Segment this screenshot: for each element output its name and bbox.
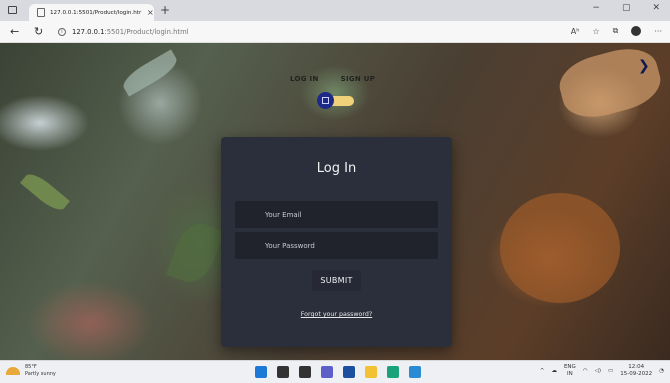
browser-tab[interactable]: 127.0.0.1:5501/Product/login.htr × (29, 4, 154, 21)
taskbar: 85°F Partly sunny ^ ☁ ENG IN ◠ ◁) ▭ 12:0… (0, 360, 670, 383)
clock-time: 12:04 (628, 364, 645, 370)
submit-button[interactable]: SUBMIT (312, 270, 361, 291)
clock[interactable]: 12:04 15-09-2022 (620, 364, 652, 378)
browser-toolbar: Aʰ ☆ ⧉ ··· (571, 26, 662, 36)
weather-temp: 85°F (25, 364, 37, 370)
signup-switch-label[interactable]: SIGN UP (341, 75, 376, 83)
taskbar-apps (255, 366, 421, 378)
auth-switch-labels: LOG IN SIGN UP (290, 75, 375, 83)
address-bar: ← ↻ i 127.0.0.1 :5501/Product/login.html… (0, 21, 670, 43)
file-explorer-icon[interactable] (365, 366, 377, 378)
email-placeholder: Your Email (265, 210, 302, 219)
chevron-right-icon[interactable]: ❯ (638, 58, 652, 74)
background-leaf (553, 43, 667, 125)
password-input[interactable]: Your Password (235, 232, 438, 259)
page-background: LOG IN SIGN UP ❯ Log In Your Email Your … (0, 43, 670, 360)
forgot-password-link[interactable]: Forgot your password? (221, 311, 452, 318)
read-aloud-icon[interactable]: Aʰ (571, 27, 580, 36)
weather-condition: Partly sunny (25, 371, 56, 377)
search-icon[interactable] (277, 366, 289, 378)
cloud-icon[interactable]: ☁ (551, 368, 557, 374)
start-icon[interactable] (255, 366, 267, 378)
background-leaf (20, 169, 70, 215)
more-icon[interactable]: ··· (654, 27, 662, 36)
notifications-icon[interactable]: ◔ (659, 368, 664, 374)
background-leaf (500, 193, 620, 303)
browser-tabbar: 127.0.0.1:5501/Product/login.htr × + − ▢… (0, 0, 670, 21)
chat-icon[interactable] (321, 366, 333, 378)
tab-actions-icon[interactable] (8, 6, 17, 14)
weather-widget[interactable]: 85°F Partly sunny (6, 364, 56, 378)
new-tab-button[interactable]: + (160, 3, 170, 17)
partly-sunny-icon (6, 367, 20, 375)
language-indicator[interactable]: ENG IN (564, 364, 576, 378)
task-view-icon[interactable] (299, 366, 311, 378)
system-tray: ^ ☁ ENG IN ◠ ◁) ▭ 12:04 15-09-2022 ◔ (540, 364, 664, 378)
maximize-icon[interactable]: ▢ (622, 3, 631, 13)
tab-title: 127.0.0.1:5501/Product/login.htr (50, 9, 142, 16)
close-window-icon[interactable]: ✕ (652, 3, 660, 13)
edge-icon[interactable] (387, 366, 399, 378)
refresh-icon[interactable]: ↻ (34, 25, 43, 38)
login-card: Log In Your Email Your Password SUBMIT F… (221, 137, 452, 347)
favorites-icon[interactable]: ☆ (592, 27, 599, 36)
email-input[interactable]: Your Email (235, 201, 438, 228)
battery-icon[interactable]: ▭ (608, 368, 613, 374)
background-leaf (119, 49, 181, 97)
vscode-icon[interactable] (409, 366, 421, 378)
lang-top: ENG (563, 364, 576, 370)
minimize-icon[interactable]: − (592, 3, 600, 13)
back-icon[interactable]: ← (10, 25, 19, 38)
volume-icon[interactable]: ◁) (595, 368, 601, 374)
url-path: :5501/Product/login.html (104, 28, 189, 36)
auth-toggle-knob[interactable] (317, 92, 334, 109)
tray-chevron-icon[interactable]: ^ (540, 368, 545, 374)
widgets-icon[interactable] (343, 366, 355, 378)
window-controls: − ▢ ✕ (592, 3, 660, 13)
site-info-icon[interactable]: i (58, 28, 66, 36)
collections-icon[interactable]: ⧉ (613, 26, 619, 36)
url-field[interactable]: i 127.0.0.1 :5501/Product/login.html (58, 24, 538, 40)
close-tab-icon[interactable]: × (147, 8, 154, 17)
wifi-icon[interactable]: ◠ (583, 368, 588, 374)
toggle-knob-icon (322, 97, 329, 104)
clock-date: 15-09-2022 (620, 371, 653, 377)
login-switch-label[interactable]: LOG IN (290, 75, 319, 83)
url-host: 127.0.0.1 (72, 28, 105, 36)
page-icon (37, 8, 45, 17)
lang-bottom: IN (567, 371, 573, 377)
password-placeholder: Your Password (265, 241, 315, 250)
profile-avatar[interactable] (631, 26, 642, 36)
background-leaf (165, 217, 225, 289)
login-title: Log In (316, 161, 357, 176)
